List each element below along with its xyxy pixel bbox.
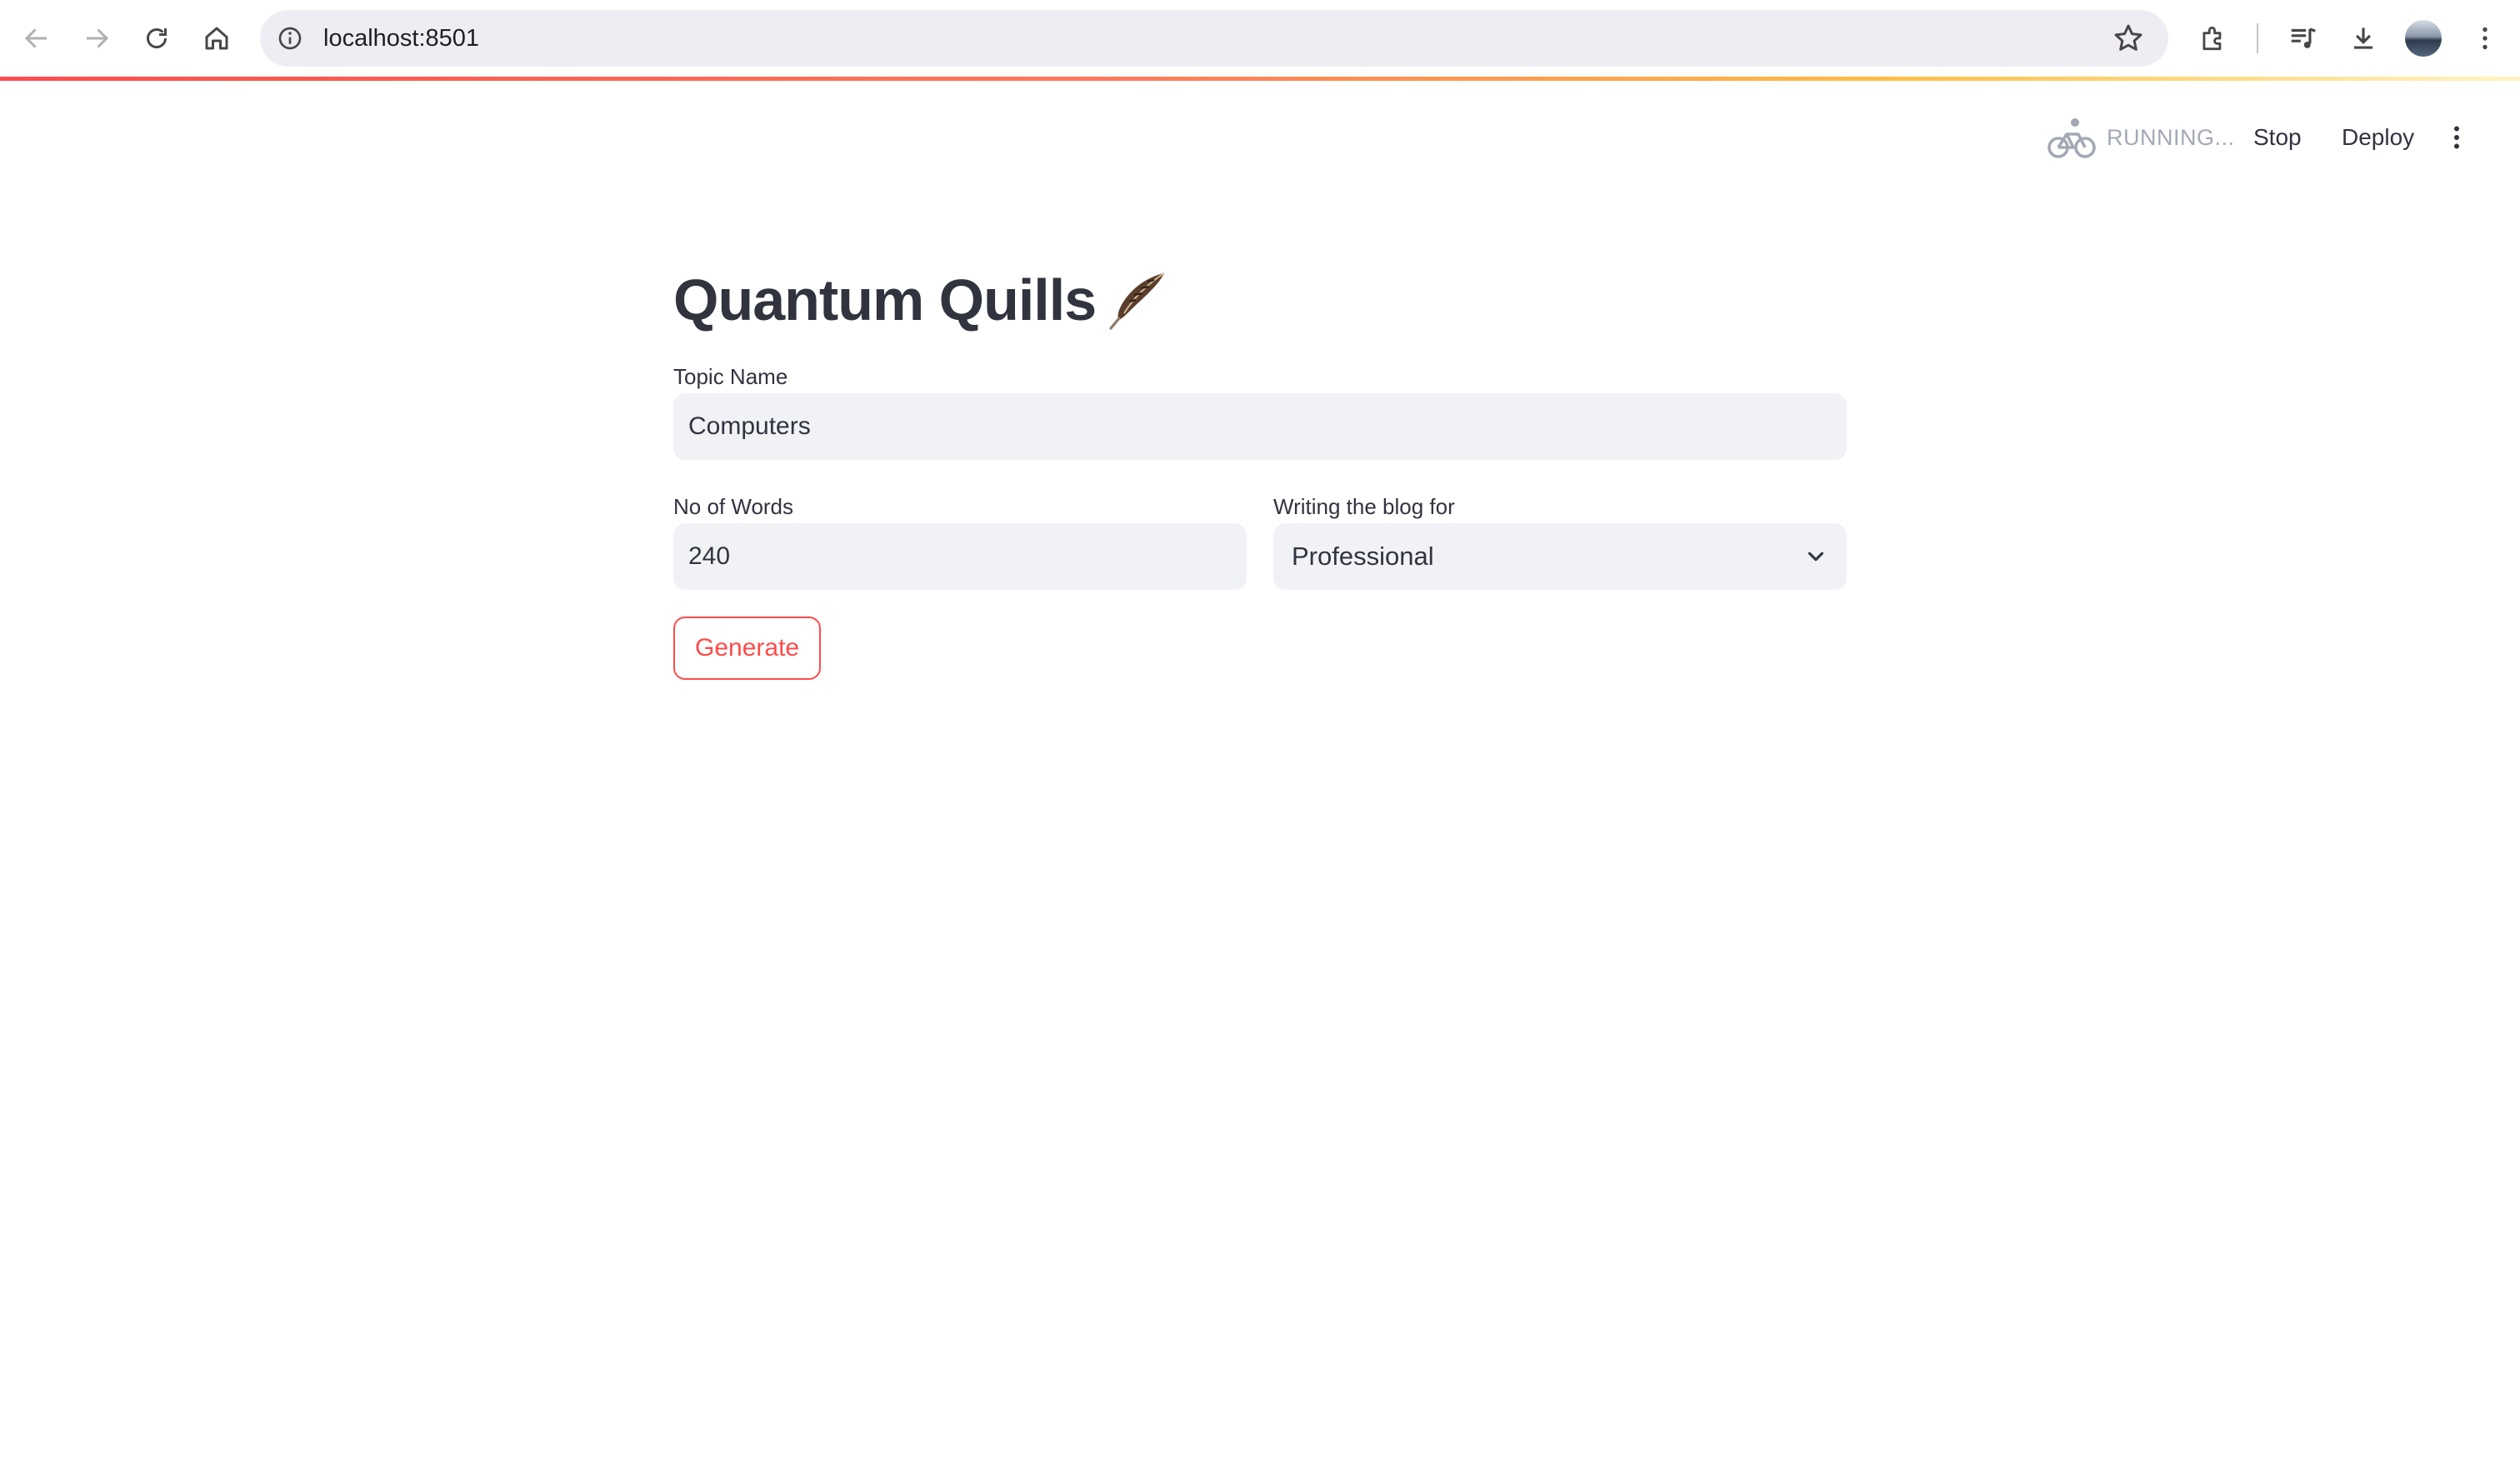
reload-icon	[147, 28, 167, 48]
page-title: Quantum Quills	[673, 250, 1847, 350]
app-menu-icon[interactable]	[2437, 117, 2477, 157]
stop-button[interactable]: Stop	[2253, 116, 2302, 159]
back-button[interactable]	[12, 13, 62, 63]
words-field: No of Words	[673, 490, 1247, 590]
topic-label: Topic Name	[673, 364, 788, 389]
downloads-icon[interactable]	[2342, 17, 2385, 60]
browser-toolbar: localhost:8501	[0, 0, 2520, 77]
reload-button[interactable]	[132, 13, 182, 63]
audience-select[interactable]: Professional	[1273, 523, 1847, 590]
audience-selected-value: Professional	[1292, 542, 1434, 571]
back-arrow-icon	[24, 28, 47, 48]
status-text: RUNNING...	[2107, 124, 2235, 150]
toolbar-divider	[2257, 23, 2258, 53]
media-controls-icon[interactable]	[2282, 17, 2325, 60]
words-input[interactable]	[673, 523, 1247, 590]
deploy-button[interactable]: Deploy	[2342, 116, 2414, 159]
main-content: Quantum Quills Topic Name No of Words Wr…	[673, 250, 1847, 680]
forward-button[interactable]	[72, 13, 122, 63]
forward-arrow-icon	[87, 28, 109, 48]
cyclist-icon	[2048, 118, 2096, 158]
audience-field: Writing the blog for Professional	[1273, 490, 1847, 590]
options-row: No of Words Writing the blog for Profess…	[673, 490, 1847, 590]
page-title-text: Quantum Quills	[673, 267, 1097, 332]
home-icon	[205, 27, 228, 50]
home-button[interactable]	[192, 13, 242, 63]
chrome-menu-icon[interactable]	[2463, 17, 2507, 60]
url-text[interactable]: localhost:8501	[323, 25, 479, 52]
chevron-down-icon	[1808, 552, 1824, 562]
bookmark-star-icon[interactable]	[2112, 22, 2145, 55]
generate-button[interactable]: Generate	[673, 617, 822, 680]
profile-avatar[interactable]	[2405, 20, 2442, 57]
words-label: No of Words	[673, 494, 794, 519]
feather-icon	[1109, 272, 1165, 330]
app-header: RUNNING... Stop Deploy	[0, 81, 2520, 197]
extensions-icon[interactable]	[2192, 17, 2235, 60]
topic-input[interactable]	[673, 393, 1847, 460]
site-info-icon[interactable]	[275, 23, 305, 53]
running-status: RUNNING...	[2047, 114, 2235, 161]
address-bar[interactable]: localhost:8501	[260, 10, 2168, 67]
audience-label: Writing the blog for	[1273, 494, 1455, 519]
topic-field: Topic Name	[673, 360, 1847, 460]
